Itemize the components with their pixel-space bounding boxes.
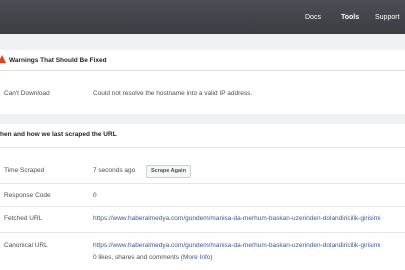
engagement-text: 0 likes, shares and comments (: [93, 254, 183, 261]
divider: [0, 232, 405, 233]
divider: [0, 147, 405, 148]
canonical-url-label: Canonical URL: [4, 242, 48, 249]
fetched-url-label: Fetched URL: [4, 215, 43, 222]
time-scraped-label: Time Scraped: [4, 167, 45, 174]
warning-icon: [0, 55, 6, 63]
page-background-band: [0, 34, 405, 50]
section-gap: [0, 114, 405, 124]
fetched-url-link[interactable]: https://www.haberalmedya.com/gundem/mani…: [93, 215, 381, 222]
more-info-link[interactable]: More Info: [183, 254, 210, 261]
scrape-again-button[interactable]: Scrape Again: [146, 165, 191, 178]
cant-download-label: Can't Download: [4, 90, 50, 97]
scrape-section-title: hen and how we last scraped the URL: [0, 131, 117, 138]
nav-tools-link[interactable]: Tools: [341, 14, 359, 21]
warnings-title: Warnings That Should Be Fixed: [9, 57, 107, 64]
divider: [0, 183, 405, 184]
cant-download-value: Could not resolve the hostname into a va…: [93, 90, 253, 97]
response-code-value: 0: [93, 192, 97, 199]
time-scraped-value: 7 seconds ago: [93, 167, 136, 174]
nav-docs-link[interactable]: Docs: [305, 14, 321, 21]
nav-support-link[interactable]: Support: [375, 14, 400, 21]
canonical-url-link[interactable]: https://www.haberalmedya.com/gundem/mani…: [93, 242, 381, 249]
engagement-summary: 0 likes, shares and comments (More Info): [93, 254, 213, 261]
response-code-label: Response Code: [4, 192, 51, 199]
engagement-close: ): [210, 254, 213, 261]
divider: [0, 206, 405, 207]
